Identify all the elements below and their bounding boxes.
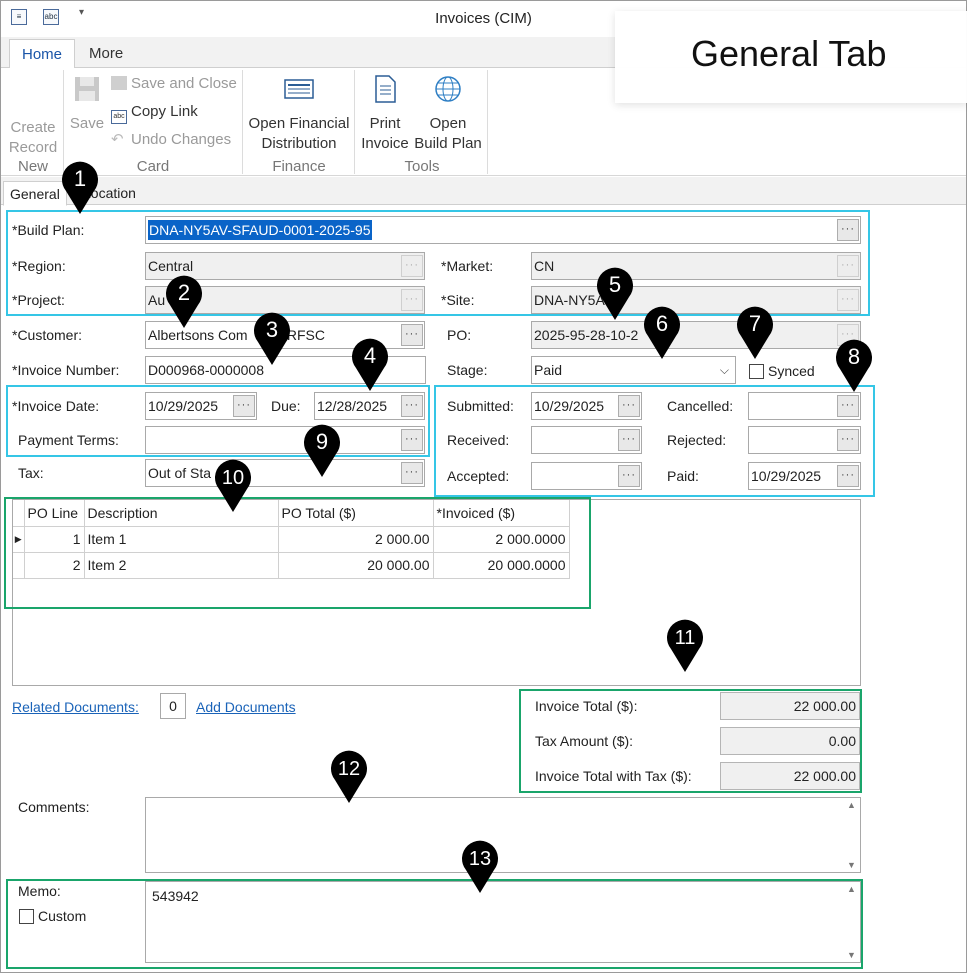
- callout-number: 8: [848, 344, 860, 369]
- globe-icon: [435, 76, 461, 102]
- po-field[interactable]: 2025-95-28-10-2 ···: [531, 321, 861, 349]
- callout-pin-1: 1: [62, 161, 98, 214]
- save-button[interactable]: Save: [67, 74, 107, 134]
- undo-changes-label: Undo Changes: [131, 131, 232, 148]
- invoice-number-value: D000968-0000008: [148, 362, 264, 378]
- callout-pin-10: 10: [215, 459, 251, 512]
- callout-number: 3: [266, 317, 278, 342]
- callout-pin-11: 11: [667, 619, 703, 672]
- callout-frame-8: [434, 385, 875, 497]
- tax-value: Out of Sta: [148, 465, 212, 481]
- callout-number: 2: [178, 280, 190, 305]
- comments-label: Comments:: [18, 799, 90, 815]
- copy-link-button[interactable]: abc Copy Link: [111, 100, 198, 124]
- callout-number: 9: [316, 429, 328, 454]
- save-and-close-label: Save and Close: [131, 75, 237, 92]
- related-documents-link[interactable]: Related Documents:: [12, 699, 139, 715]
- tax-lookup-button[interactable]: ···: [401, 462, 423, 484]
- callout-number: 7: [749, 311, 761, 336]
- callout-pin-12: 12: [331, 750, 367, 803]
- ribbon-divider: [242, 70, 243, 174]
- tax-label: Tax:: [18, 465, 44, 481]
- tab-home[interactable]: Home: [9, 39, 76, 69]
- synced-checkbox[interactable]: [749, 364, 764, 379]
- print-label-2: Invoice: [361, 135, 409, 152]
- callout-pin-4: 4: [352, 338, 388, 391]
- callout-pin-7: 7: [737, 306, 773, 359]
- po-label: PO:: [447, 327, 472, 343]
- related-documents-count: 0: [160, 693, 186, 719]
- callout-number: 6: [656, 311, 668, 336]
- synced-label: Synced: [768, 363, 815, 379]
- callout-number: 10: [222, 467, 244, 489]
- floppy-disk-icon: [75, 77, 99, 101]
- create-record-label-1: Create: [10, 119, 56, 136]
- undo-icon: ↶: [111, 131, 124, 148]
- scroll-up-icon[interactable]: ▲: [847, 800, 856, 810]
- build-plan-label-1: Open: [429, 115, 467, 132]
- add-documents-link[interactable]: Add Documents: [196, 699, 296, 715]
- callout-number: 1: [74, 166, 86, 191]
- stage-label: Stage:: [447, 362, 488, 378]
- chevron-down-icon: ⌵: [719, 363, 729, 377]
- comments-textarea[interactable]: ▲ ▼: [145, 797, 861, 873]
- callout-number: 13: [469, 848, 491, 870]
- callout-number: 12: [338, 758, 360, 780]
- group-new-label: New: [17, 158, 48, 175]
- save-and-close-button[interactable]: Save and Close: [111, 72, 237, 96]
- comments-scrollbar[interactable]: ▲ ▼: [843, 798, 860, 872]
- callout-pin-8: 8: [836, 339, 872, 392]
- copy-link-label: Copy Link: [131, 103, 198, 120]
- overlay-title-card: General Tab: [615, 11, 967, 103]
- po-value: 2025-95-28-10-2: [534, 327, 639, 343]
- callout-frame-9: [6, 385, 430, 457]
- callout-pin-13: 13: [462, 840, 498, 893]
- group-tools-label: Tools: [404, 158, 440, 175]
- callout-pin-9: 9: [304, 424, 340, 477]
- print-label-1: Print: [369, 115, 401, 132]
- group-finance-label: Finance: [272, 158, 326, 175]
- customer-label: *Customer:: [12, 327, 83, 343]
- callout-frame-10: [4, 497, 591, 609]
- overlay-title: General Tab: [691, 33, 887, 74]
- financial-label-1: Open Financial: [248, 115, 350, 132]
- form-tabs: General Location: [1, 177, 966, 206]
- financial-label-2: Distribution: [261, 135, 337, 152]
- distribution-icon: [284, 79, 314, 99]
- save-label: Save: [69, 115, 105, 132]
- ribbon-divider: [354, 70, 355, 174]
- callout-frame-1: [6, 210, 870, 316]
- build-plan-label-2: Build Plan: [414, 135, 482, 152]
- callout-pin-6: 6: [644, 306, 680, 359]
- callout-number: 11: [675, 627, 696, 649]
- print-invoice-button[interactable]: Print Invoice: [359, 74, 411, 154]
- invoice-number-label: *Invoice Number:: [12, 362, 120, 378]
- undo-changes-button[interactable]: ↶ Undo Changes: [111, 128, 231, 152]
- callout-number: 5: [609, 272, 621, 297]
- save-close-icon: [111, 76, 127, 90]
- stage-value: Paid: [534, 362, 563, 378]
- open-build-plan-button[interactable]: Open Build Plan: [413, 74, 483, 154]
- open-financial-distribution-button[interactable]: Open Financial Distribution: [247, 74, 351, 154]
- callout-number: 4: [364, 343, 376, 368]
- abc-link-icon: abc: [111, 110, 127, 124]
- ribbon-divider: [487, 70, 488, 174]
- tab-more[interactable]: More: [77, 39, 135, 69]
- scroll-down-icon[interactable]: ▼: [847, 860, 856, 870]
- callout-pin-5: 5: [597, 267, 633, 320]
- tax-field[interactable]: Out of Sta ···: [145, 459, 425, 487]
- callout-pin-2: 2: [166, 275, 202, 328]
- callout-frame-11: [519, 689, 862, 793]
- callout-pin-3: 3: [254, 312, 290, 365]
- customer-lookup-button[interactable]: ···: [401, 324, 423, 346]
- document-icon: [375, 75, 396, 103]
- stage-select[interactable]: Paid ⌵: [531, 356, 736, 384]
- callout-frame-13: [6, 879, 863, 969]
- invoice-window: ≡ abc ▾ Invoices (CIM) Home More Create …: [0, 0, 967, 973]
- create-record-button[interactable]: Create Record: [5, 118, 61, 158]
- create-record-label-2: Record: [8, 139, 58, 156]
